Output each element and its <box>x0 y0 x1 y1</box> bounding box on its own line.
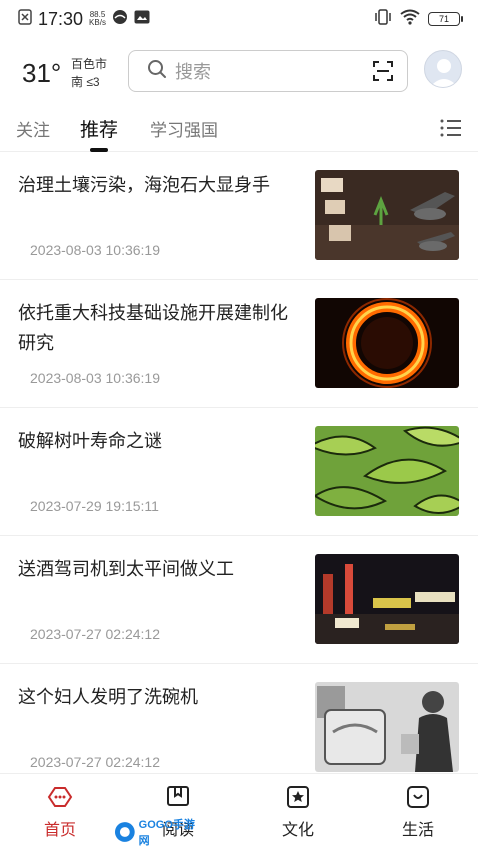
weather-temperature[interactable]: 31° <box>22 58 61 89</box>
search-icon <box>147 59 167 84</box>
news-title[interactable]: 治理土壤污染，海泡石大显身手 <box>18 170 298 200</box>
news-time: 2023-08-03 10:36:19 <box>30 370 160 386</box>
news-thumbnail[interactable] <box>315 426 459 516</box>
news-thumbnail[interactable] <box>315 682 459 772</box>
nav-home[interactable]: 首页 <box>25 784 95 840</box>
status-time: 17:30 <box>38 8 84 29</box>
scan-icon[interactable] <box>373 61 393 81</box>
bottom-nav: 首页 阅读 文化 生活 GOGO手游网 <box>0 773 478 850</box>
news-time: 2023-07-27 02:24:12 <box>30 626 160 642</box>
news-time: 2023-07-27 02:24:12 <box>30 754 160 770</box>
wind-info: 南 ≤3 <box>71 75 100 89</box>
channel-menu-icon[interactable] <box>440 118 462 138</box>
star-badge-icon <box>287 786 309 808</box>
nav-life-label: 生活 <box>401 822 434 839</box>
nav-life[interactable]: 生活 <box>383 784 453 840</box>
news-thumbnail[interactable] <box>315 170 459 260</box>
city-name: 百色市 <box>71 57 108 71</box>
search-input[interactable]: 搜索 <box>128 50 408 92</box>
nav-home-label: 首页 <box>43 822 76 839</box>
news-item[interactable]: 破解树叶寿命之谜 2023-07-29 19:15:11 <box>0 408 478 536</box>
news-time: 2023-08-03 10:36:19 <box>30 242 160 258</box>
status-bar: 17:30 88.5 KB/s 71 <box>0 0 478 38</box>
tab-follow[interactable]: 关注 <box>16 116 50 141</box>
tab-xuexi-qiangguo[interactable]: 学习强国 <box>150 116 218 141</box>
network-speed: 88.5 KB/s <box>89 11 106 27</box>
watermark-logo: GOGO手游网 <box>113 819 205 847</box>
news-title[interactable]: 破解树叶寿命之谜 <box>18 426 298 456</box>
image-notification-icon <box>134 10 150 29</box>
avatar[interactable] <box>424 50 462 88</box>
news-item[interactable]: 治理土壤污染，海泡石大显身手 2023-08-03 10:36:19 <box>0 152 478 280</box>
home-icon <box>47 787 73 807</box>
channel-tabs: 关注 推荐 学习强国 <box>0 104 478 152</box>
news-time: 2023-07-29 19:15:11 <box>30 498 159 514</box>
news-title[interactable]: 依托重大科技基础设施开展建制化研究 <box>18 298 298 358</box>
wifi-icon <box>400 9 420 30</box>
tab-recommend[interactable]: 推荐 <box>80 115 118 142</box>
life-icon <box>407 786 429 808</box>
vibrate-icon <box>374 8 392 30</box>
news-item[interactable]: 依托重大科技基础设施开展建制化研究 2023-08-03 10:36:19 <box>0 280 478 408</box>
nav-culture-label: 文化 <box>281 822 314 839</box>
speed-unit: KB/s <box>89 18 106 27</box>
book-icon <box>167 786 189 806</box>
header: 31° 百色市 南 ≤3 搜索 <box>0 42 478 100</box>
news-title[interactable]: 送酒驾司机到太平间做义工 <box>18 554 298 584</box>
news-thumbnail[interactable] <box>315 298 459 388</box>
news-item[interactable]: 送酒驾司机到太平间做义工 2023-07-27 02:24:12 <box>0 536 478 664</box>
app-badge-icon <box>112 9 128 30</box>
weather-location[interactable]: 百色市 南 ≤3 <box>71 55 107 91</box>
search-placeholder: 搜索 <box>175 62 211 82</box>
nav-culture[interactable]: 文化 <box>263 784 333 840</box>
notification-x-icon <box>18 8 32 30</box>
news-title[interactable]: 这个妇人发明了洗碗机 <box>18 682 298 712</box>
news-thumbnail[interactable] <box>315 554 459 644</box>
battery-indicator: 71 <box>428 12 463 26</box>
